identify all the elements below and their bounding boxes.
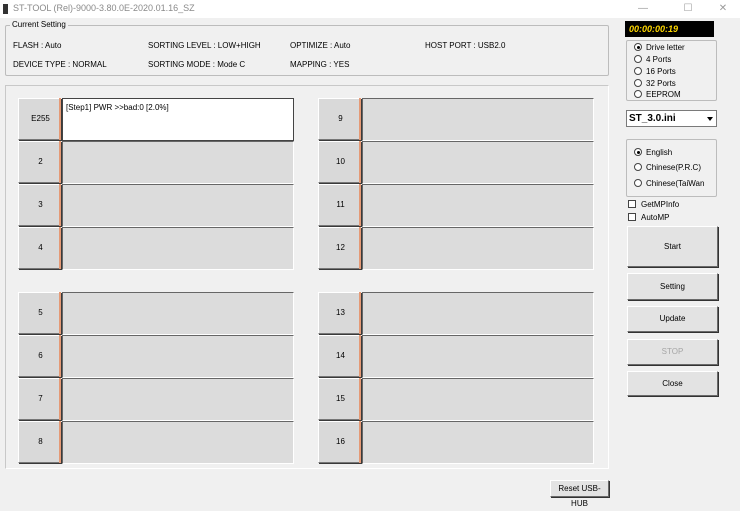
chevron-down-icon: [707, 117, 713, 121]
port-accent: [59, 227, 61, 269]
port-status-box: [362, 292, 594, 335]
port-status-box: [62, 335, 294, 378]
radio-circle: [634, 55, 642, 63]
stop-button[interactable]: STOP: [627, 339, 718, 365]
radio-label: English: [646, 148, 673, 157]
radio-label: Chinese(TaiWan: [646, 179, 705, 188]
port-accent: [359, 141, 361, 183]
checkbox-label: AutoMP: [641, 213, 670, 222]
checkbox-square: [628, 213, 636, 221]
port-status-box: [62, 184, 294, 227]
port-status-box: [Step1] PWR >>bad:0 [2.0%]: [62, 98, 294, 141]
port-button[interactable]: 13: [318, 292, 361, 334]
port-button[interactable]: 6: [18, 335, 61, 377]
port-status-box: [362, 421, 594, 464]
port-accent: [59, 335, 61, 377]
radio-circle: [634, 79, 642, 87]
port-button[interactable]: 5: [18, 292, 61, 334]
port-accent: [59, 98, 61, 140]
sorting-mode-setting: SORTING MODE : Mode C: [148, 60, 246, 69]
setting-button[interactable]: Setting: [627, 273, 718, 300]
mapping-setting: MAPPING : YES: [290, 60, 350, 69]
port-button[interactable]: 3: [18, 184, 61, 226]
radio-label: EEPROM: [646, 90, 681, 99]
ini-file-select[interactable]: ST_3.0.ini: [626, 110, 717, 127]
port-status-box: [362, 98, 594, 141]
radio-circle: [634, 67, 642, 75]
port-status-box: [62, 227, 294, 270]
port-button[interactable]: 9: [318, 98, 361, 140]
radio-label: 4 Ports: [646, 55, 672, 64]
port-status-box: [62, 141, 294, 184]
port-accent: [359, 421, 361, 463]
port-button[interactable]: 7: [18, 378, 61, 420]
port-button[interactable]: 10: [318, 141, 361, 183]
port-accent: [59, 421, 61, 463]
update-button[interactable]: Update: [627, 306, 718, 332]
port-accent: [59, 141, 61, 183]
port-button[interactable]: 11: [318, 184, 361, 226]
port-accent: [359, 335, 361, 377]
radio-circle: [634, 43, 642, 51]
device-type-setting: DEVICE TYPE : NORMAL: [13, 60, 107, 69]
port-accent: [359, 98, 361, 140]
elapsed-timer: 00:00:00:19: [625, 21, 714, 37]
port-status-box: [62, 421, 294, 464]
radio-circle: [634, 148, 642, 156]
start-button[interactable]: Start: [627, 226, 718, 267]
port-button[interactable]: E255: [18, 98, 61, 140]
port-mode-group: Drive letter 4 Ports 16 Ports 32 Ports E…: [626, 40, 717, 101]
port-button[interactable]: 2: [18, 141, 61, 183]
optimize-setting: OPTIMIZE : Auto: [290, 41, 351, 50]
port-status-box: [62, 292, 294, 335]
port-status-box: [362, 227, 594, 270]
port-button[interactable]: 4: [18, 227, 61, 269]
radio-label: 16 Ports: [646, 67, 676, 76]
minimize-icon[interactable]: —: [626, 0, 660, 18]
radio-circle: [634, 90, 642, 98]
host-port-setting: HOST PORT : USB2.0: [425, 41, 506, 50]
flash-setting: FLASH : Auto: [13, 41, 62, 50]
port-accent: [359, 227, 361, 269]
current-setting-title: Current Setting: [10, 20, 68, 29]
reset-usb-hub-button[interactable]: Reset USB-HUB: [550, 480, 609, 508]
language-group: English Chinese(P.R.C) Chinese(TaiWan: [626, 139, 717, 197]
sorting-level-setting: SORTING LEVEL : LOW+HIGH: [148, 41, 261, 50]
radio-label: Drive letter: [646, 43, 685, 52]
port-accent: [59, 184, 61, 226]
radio-label: 32 Ports: [646, 79, 676, 88]
maximize-icon[interactable]: ☐: [671, 0, 705, 18]
close-icon[interactable]: ✕: [706, 0, 740, 18]
close-button[interactable]: Close: [627, 371, 718, 396]
checkbox-square: [628, 200, 636, 208]
app-icon: [3, 4, 8, 14]
port-status-box: [62, 378, 294, 421]
title-bar: ST-TOOL (Rel)-9000-3.80.0E-2020.01.16_SZ…: [0, 0, 740, 18]
current-setting-group: Current Setting FLASH : Auto SORTING LEV…: [5, 20, 609, 76]
ini-file-value: ST_3.0.ini: [629, 113, 676, 124]
port-accent: [59, 292, 61, 334]
port-button[interactable]: 8: [18, 421, 61, 463]
port-accent: [59, 378, 61, 420]
port-button[interactable]: 12: [318, 227, 361, 269]
window-title: ST-TOOL (Rel)-9000-3.80.0E-2020.01.16_SZ: [13, 3, 195, 13]
port-accent: [359, 292, 361, 334]
port-accent: [359, 184, 361, 226]
radio-circle: [634, 163, 642, 171]
port-status-box: [362, 141, 594, 184]
port-status-box: [362, 184, 594, 227]
port-status-text: [Step1] PWR >>bad:0 [2.0%]: [66, 103, 169, 112]
port-button[interactable]: 15: [318, 378, 361, 420]
port-button[interactable]: 16: [318, 421, 361, 463]
radio-label: Chinese(P.R.C): [646, 163, 701, 172]
port-accent: [359, 378, 361, 420]
radio-circle: [634, 179, 642, 187]
port-button[interactable]: 14: [318, 335, 361, 377]
checkbox-label: GetMPInfo: [641, 200, 680, 209]
port-status-box: [362, 378, 594, 421]
port-status-box: [362, 335, 594, 378]
